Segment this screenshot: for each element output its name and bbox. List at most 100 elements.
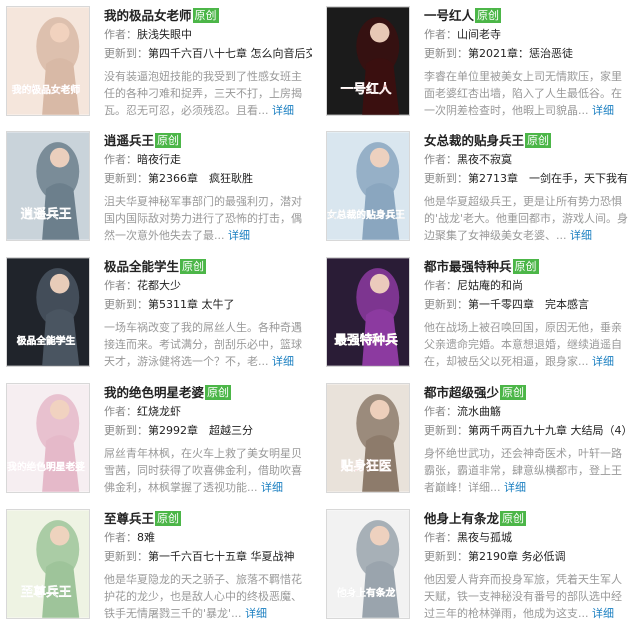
book-cover[interactable]: 逍遥兵王 (6, 131, 90, 241)
update-row: 更新到：第2366章 疯狂耿胜 (104, 169, 312, 188)
original-badge: 原创 (155, 511, 182, 526)
latest-chapter[interactable]: 第2366章 疯狂耿胜 (148, 172, 253, 185)
book-intro: 他是华夏超级兵王，更是让所有势力恐惧的'战龙'老大。他重回都市，游戏人间。身边聚… (424, 193, 632, 244)
book-card-7: 我的绝色明星老婆 我的绝色明星老婆 原创 作者：红烧龙虾 更新到：第2992章 超… (0, 377, 315, 502)
book-card-5: 极品全能学生 极品全能学生 原创 作者：花都大少 更新到：第5311章 太牛了 一… (0, 251, 315, 376)
author-name[interactable]: 花都大少 (137, 279, 181, 292)
book-title[interactable]: 一号红人 (424, 8, 474, 23)
author-name[interactable]: 8难 (137, 531, 155, 544)
book-cover[interactable]: 我的绝色明星老婆 (6, 383, 90, 493)
author-name[interactable]: 红烧龙虾 (137, 405, 181, 418)
author-row: 作者：黑夜与孤城 (424, 528, 632, 547)
soldier-girl-icon: 至尊兵王 (7, 510, 89, 618)
author-name[interactable]: 山间老寺 (457, 28, 501, 41)
author-row: 作者：肤浅失眼中 (104, 25, 312, 44)
flame-warrior-icon: 最强特种兵 (327, 258, 409, 366)
latest-chapter[interactable]: 第一千六百七十五章 华夏战神 (148, 550, 295, 563)
updated-label: 更新到： (104, 47, 148, 60)
author-name[interactable]: 暗夜行走 (137, 153, 181, 166)
update-row: 更新到：第四千六百八十七章 怎么向音后交 (104, 44, 312, 63)
updated-label: 更新到： (104, 424, 148, 437)
book-card-1: 我的极品女老师 我的极品女老师 原创 作者：肤浅失眼中 更新到：第四千六百八十七章… (0, 0, 315, 125)
book-intro: 他是华夏隐龙的天之骄子、旅落不羁惜花护花的龙少，也是敌人心中的终极恶魔、铁手无情… (104, 571, 312, 622)
book-cover[interactable]: 一号红人 (326, 6, 410, 116)
book-cover[interactable]: 最强特种兵 (326, 257, 410, 367)
book-title[interactable]: 极品全能学生 (104, 259, 179, 274)
original-badge: 原创 (512, 259, 539, 274)
cover-title: 我的极品女老师 (12, 83, 80, 96)
book-cover[interactable]: 他身上有条龙 (326, 509, 410, 619)
title-row: 我的极品女老师 原创 (104, 5, 312, 25)
author-row: 作者：红烧龙虾 (104, 402, 312, 421)
book-card-10: 他身上有条龙 他身上有条龙 原创 作者：黑夜与孤城 更新到：第2190章 务必低调… (320, 503, 635, 628)
intro-ellipsis: ... (578, 355, 592, 368)
intro-ellipsis: ... (247, 481, 261, 494)
detail-link[interactable]: 详细 (570, 229, 592, 242)
original-badge: 原创 (205, 385, 232, 400)
latest-chapter[interactable]: 第四千六百八十七章 怎么向音后交 (148, 47, 312, 60)
intro-text: 沮夫华夏神秘军事部门的最强利刃，潜对国内国际敌对势力进行了恐怖的打击，偶然一次意… (104, 195, 302, 242)
book-title[interactable]: 我的绝色明星老婆 (104, 385, 204, 400)
book-title[interactable]: 都市最强特种兵 (424, 259, 512, 274)
latest-chapter[interactable]: 第一千零四章 完本感言 (468, 298, 589, 311)
updated-label: 更新到： (424, 172, 468, 185)
author-name[interactable]: 尼姑庵的和尚 (457, 279, 523, 292)
intro-text: 他是华夏超级兵王，更是让所有势力恐惧的'战龙'老大。他重回都市，游戏人间。身边聚… (424, 195, 629, 242)
book-cover[interactable]: 女总裁的贴身兵王 (326, 131, 410, 241)
book-title[interactable]: 他身上有条龙 (424, 511, 499, 526)
author-name[interactable]: 黑夜不寂寞 (457, 153, 512, 166)
detail-link[interactable]: 详细 (592, 104, 614, 117)
original-badge: 原创 (500, 385, 527, 400)
book-info: 我的绝色明星老婆 原创 作者：红烧龙虾 更新到：第2992章 超越三分 屌丝青年林… (104, 382, 312, 496)
detail-link[interactable]: 详细 (245, 607, 267, 620)
latest-chapter[interactable]: 第2190章 务必低调 (468, 550, 566, 563)
cover-title: 女总裁的贴身兵王 (327, 208, 405, 221)
cover-title: 至尊兵王 (21, 584, 72, 599)
updated-label: 更新到： (424, 424, 468, 437)
author-label: 作者： (424, 405, 457, 418)
cover-title: 他身上有条龙 (336, 586, 396, 599)
book-cover[interactable]: 极品全能学生 (6, 257, 90, 367)
latest-chapter[interactable]: 第2713章 一剑在手，天下我有 (468, 172, 628, 185)
book-cover[interactable]: 至尊兵王 (6, 509, 90, 619)
book-info: 极品全能学生 原创 作者：花都大少 更新到：第5311章 太牛了 一场车祸改变了我… (104, 256, 312, 370)
intro-ellipsis: ... (490, 481, 504, 494)
book-cover[interactable]: 我的极品女老师 (6, 6, 90, 116)
latest-chapter[interactable]: 第2021章：惩治恶徒 (468, 47, 573, 60)
author-row: 作者：流水曲觞 (424, 402, 632, 421)
detail-link[interactable]: 详细 (592, 355, 614, 368)
detail-link[interactable]: 详细 (592, 607, 614, 620)
latest-chapter[interactable]: 第5311章 太牛了 (148, 298, 235, 311)
book-info: 女总裁的贴身兵王 原创 作者：黑夜不寂寞 更新到：第2713章 一剑在手，天下我有… (424, 130, 632, 244)
author-label: 作者： (424, 279, 457, 292)
author-row: 作者：花都大少 (104, 276, 312, 295)
intro-ellipsis: ... (578, 104, 592, 117)
detail-link[interactable]: 详细 (272, 104, 294, 117)
title-row: 至尊兵王 原创 (104, 508, 312, 528)
book-title[interactable]: 我的极品女老师 (104, 8, 192, 23)
update-row: 更新到：第一千六百七十五章 华夏战神 (104, 547, 312, 566)
author-row: 作者：尼姑庵的和尚 (424, 276, 632, 295)
book-title[interactable]: 女总裁的贴身兵王 (424, 133, 524, 148)
detail-link[interactable]: 详细 (504, 481, 526, 494)
cover-title: 贴身狂医 (341, 458, 392, 473)
detail-link[interactable]: 详细 (261, 481, 283, 494)
title-row: 逍遥兵王 原创 (104, 130, 312, 150)
book-intro: 没有装逼泡妞技能的我受到了性感女班主任的各种刁难和捉弄，三天不打，上房揭瓦。忍无… (104, 68, 312, 119)
author-name[interactable]: 流水曲觞 (457, 405, 501, 418)
latest-chapter[interactable]: 第2992章 超越三分 (148, 424, 253, 437)
book-title[interactable]: 都市超级强少 (424, 385, 499, 400)
title-row: 极品全能学生 原创 (104, 256, 312, 276)
book-title[interactable]: 逍遥兵王 (104, 133, 154, 148)
book-title[interactable]: 至尊兵王 (104, 511, 154, 526)
book-card-6: 最强特种兵 都市最强特种兵 原创 作者：尼姑庵的和尚 更新到：第一千零四章 完本感… (320, 251, 635, 376)
latest-chapter[interactable]: 第两千两百九十九章 大结局（4） (468, 424, 632, 437)
student-icon: 极品全能学生 (7, 258, 89, 366)
book-cover[interactable]: 贴身狂医 (326, 383, 410, 493)
updated-label: 更新到： (104, 172, 148, 185)
detail-link[interactable]: 详细 (228, 229, 250, 242)
title-row: 一号红人 原创 (424, 5, 632, 25)
author-name[interactable]: 肤浅失眼中 (137, 28, 192, 41)
detail-link[interactable]: 详细 (272, 355, 294, 368)
author-name[interactable]: 黑夜与孤城 (457, 531, 512, 544)
